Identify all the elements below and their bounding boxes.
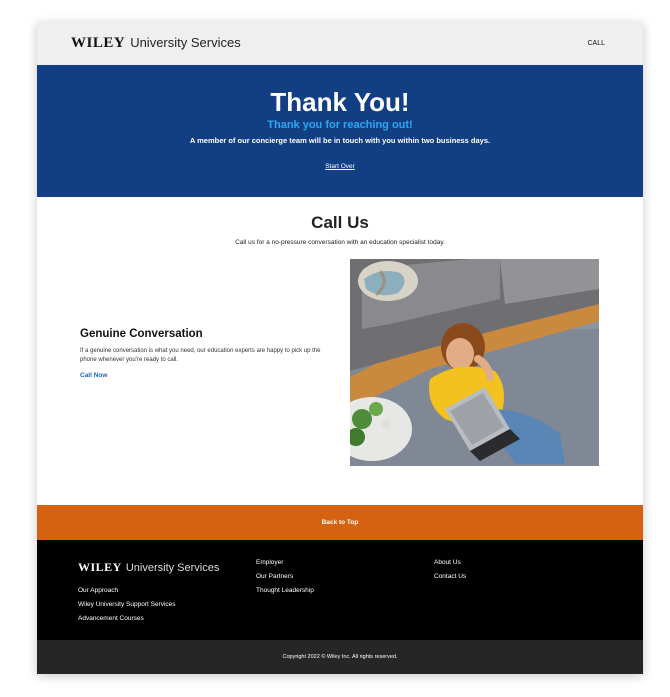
photo-illustration (350, 259, 599, 466)
logo-brand: WILEY (71, 35, 126, 51)
footer-link-employer[interactable]: Employer (256, 556, 314, 570)
copyright-bar: Copyright 2022 © Wiley Inc. All rights r… (37, 640, 643, 674)
footer-column-3: About Us Contact Us (434, 556, 466, 584)
footer-logo[interactable]: WILEY University Services (78, 560, 219, 575)
feature-title: Genuine Conversation (80, 328, 203, 340)
footer-logo-brand: WILEY (78, 560, 122, 574)
footer-link-advancement-courses[interactable]: Advancement Courses (78, 612, 176, 626)
call-now-link[interactable]: Call Now (80, 372, 107, 379)
logo-suffix: University Services (130, 35, 241, 50)
feature-text: Genuine Conversation If a genuine conver… (80, 328, 330, 382)
copyright-text: Copyright 2022 © Wiley Inc. All rights r… (282, 654, 398, 660)
hero-title: Thank You! (270, 87, 410, 117)
page-frame: WILEY University Services CALL Thank You… (37, 22, 643, 674)
site-footer: WILEY University Services Our Approach W… (37, 540, 643, 640)
start-over-link[interactable]: Start Over (325, 163, 355, 170)
footer-link-our-approach[interactable]: Our Approach (78, 584, 176, 598)
back-to-top-link[interactable]: Back to Top (322, 519, 359, 526)
footer-logo-suffix: University Services (125, 562, 220, 574)
feature-body: If a genuine conversation is what you ne… (80, 348, 321, 363)
footer-link-thought-leadership[interactable]: Thought Leadership (256, 584, 314, 598)
header-call-link[interactable]: CALL (587, 40, 605, 47)
call-us-title: Call Us (311, 213, 369, 232)
footer-column-1: Our Approach Wiley University Support Se… (78, 584, 176, 626)
site-header: WILEY University Services CALL (37, 22, 643, 65)
wiley-logo[interactable]: WILEY University Services (71, 35, 241, 52)
footer-link-about-us[interactable]: About Us (434, 556, 466, 570)
footer-link-our-partners[interactable]: Our Partners (256, 570, 314, 584)
woman-on-phone-photo (350, 259, 599, 466)
footer-column-2: Employer Our Partners Thought Leadership (256, 556, 314, 598)
hero-description: A member of our concierge team will be i… (189, 136, 491, 145)
footer-link-support-services[interactable]: Wiley University Support Services (78, 598, 176, 612)
feature-section: Genuine Conversation If a genuine conver… (37, 246, 643, 476)
hero-subtitle: Thank you for reaching out! (267, 119, 413, 131)
thank-you-hero: Thank You! Thank you for reaching out! A… (37, 65, 643, 197)
back-to-top-bar: Back to Top (37, 505, 643, 540)
call-us-description: Call us for a no-pressure conversation w… (235, 239, 445, 246)
footer-link-contact-us[interactable]: Contact Us (434, 570, 466, 584)
call-us-section: Call Us Call us for a no-pressure conver… (37, 197, 643, 246)
